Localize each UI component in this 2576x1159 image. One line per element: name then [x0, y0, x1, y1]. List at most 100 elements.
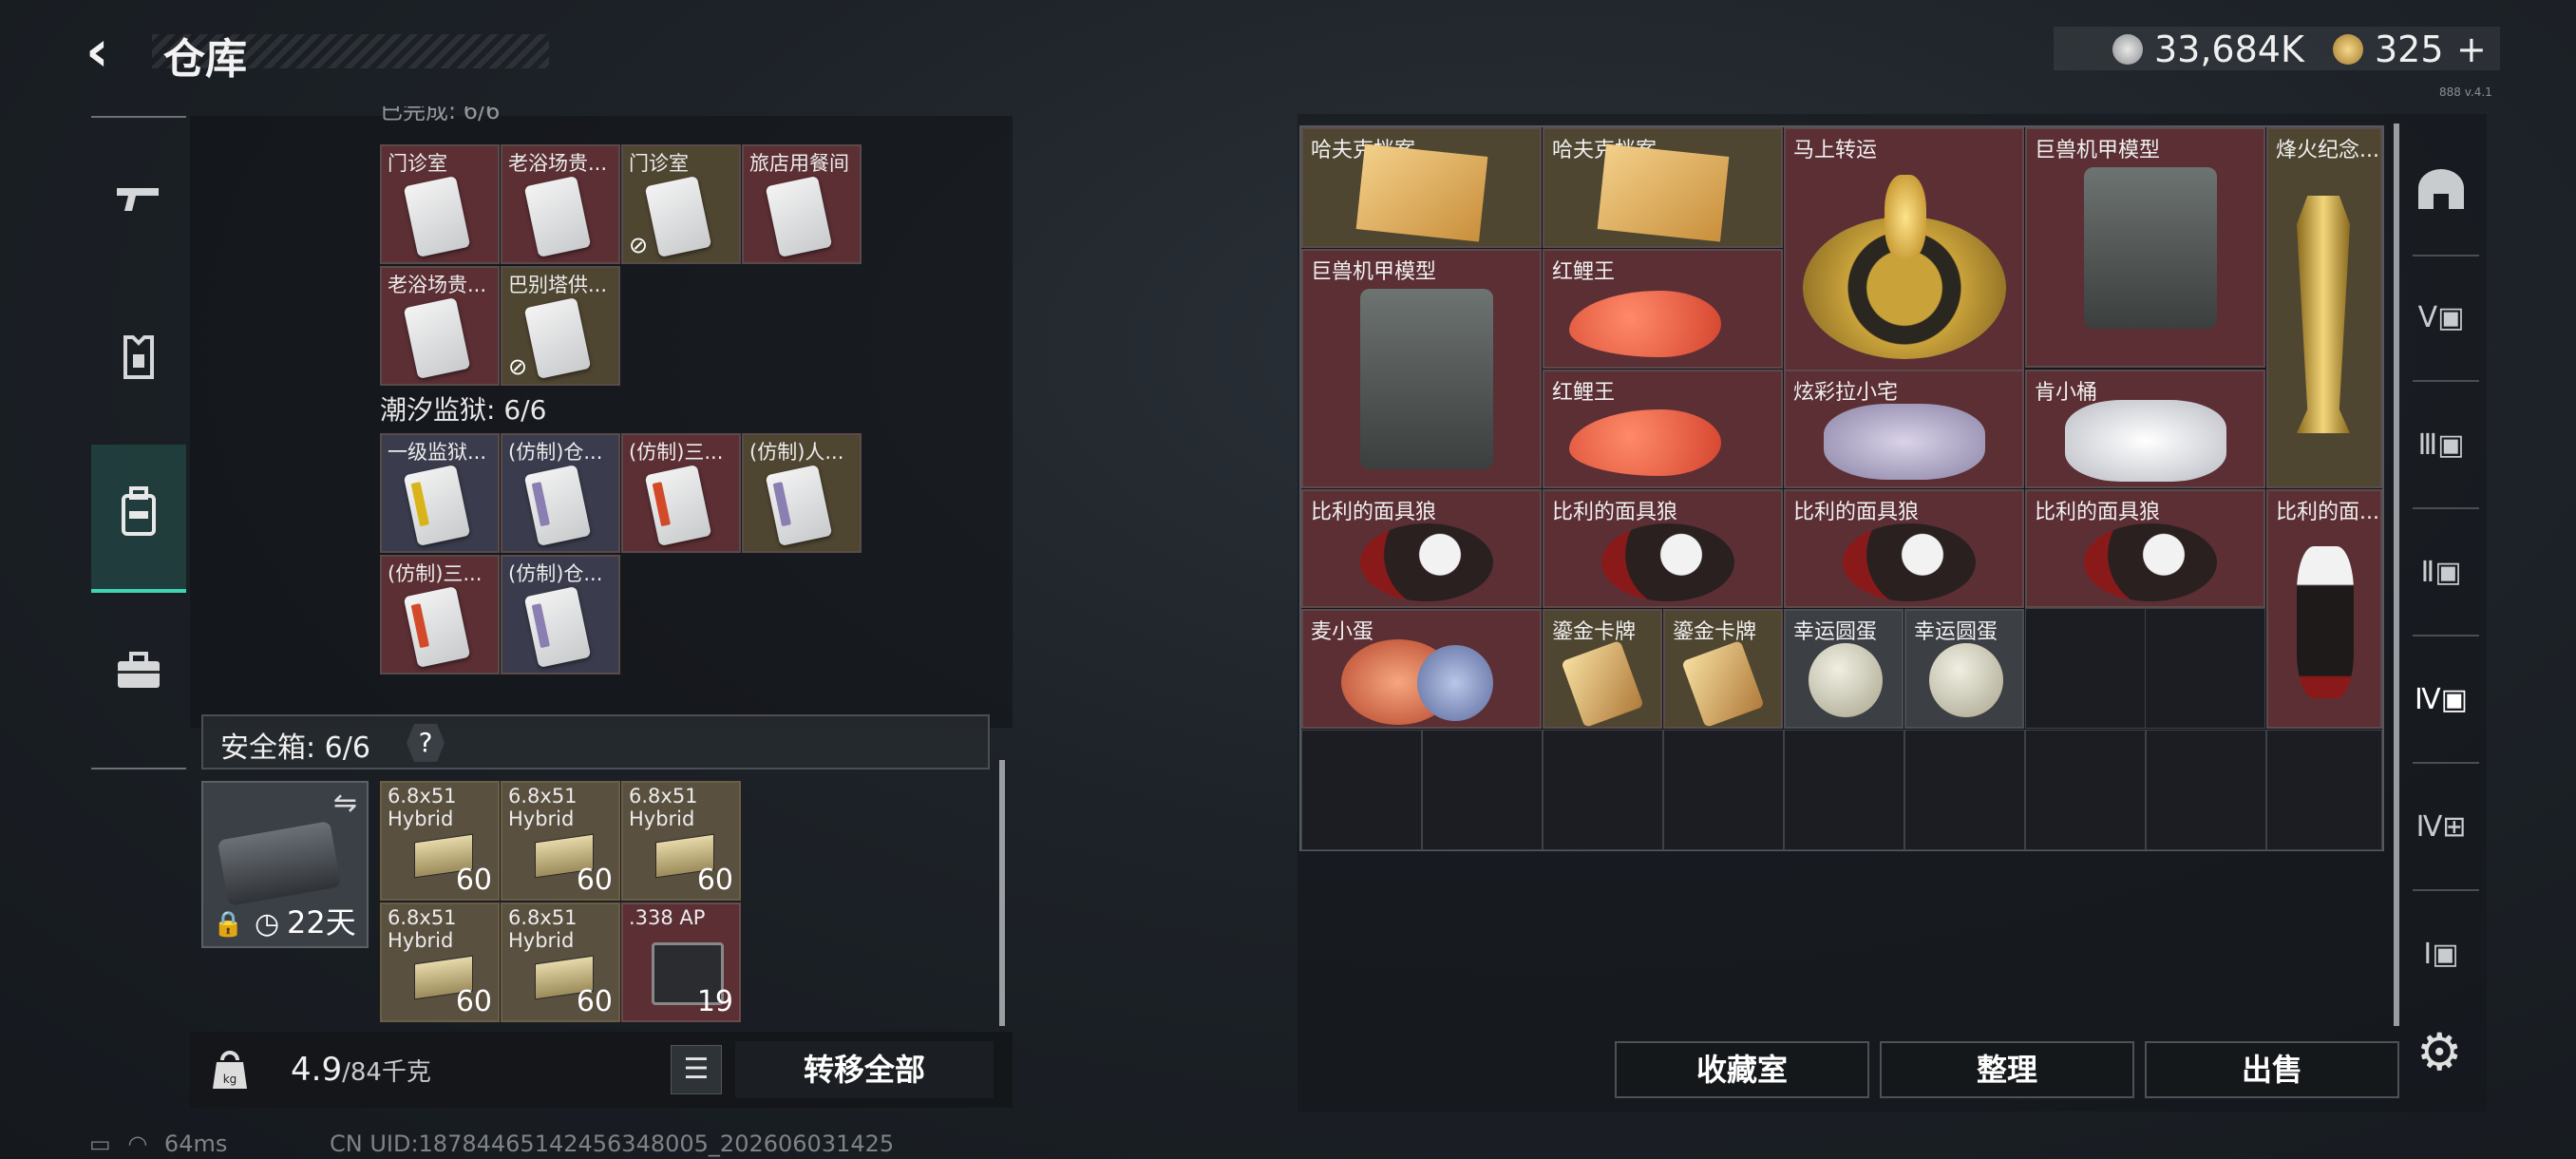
nav-home[interactable] — [2401, 146, 2481, 241]
collection-item[interactable]: 红鲤王 — [1543, 370, 1783, 488]
collection-item[interactable]: 巨兽机甲模型 — [1301, 249, 1542, 488]
tab-level-iv-add[interactable]: Ⅳ⊞ — [2401, 779, 2481, 874]
gold-coin-icon — [2333, 34, 2363, 65]
nav-weapons[interactable] — [91, 152, 186, 256]
nav-briefcase[interactable] — [91, 623, 186, 728]
key-card-item[interactable]: 老浴场贵... — [380, 266, 500, 386]
collection-item[interactable]: 鎏金卡牌 — [1663, 609, 1783, 729]
empty-slot[interactable] — [1422, 730, 1543, 850]
key-card-icon — [644, 465, 712, 546]
tab-level-iv[interactable]: Ⅳ▣ — [2401, 652, 2481, 747]
key-card-item[interactable]: 一级监狱... — [380, 433, 500, 553]
collection-item[interactable]: 比利的面具狼 — [1784, 489, 2024, 608]
tab-level-v[interactable]: V▣ — [2401, 270, 2481, 365]
key-card-item[interactable]: (仿制)三... — [380, 555, 500, 674]
organize-button[interactable]: 整理 — [1880, 1041, 2134, 1098]
empty-slot[interactable] — [2145, 608, 2265, 729]
key-card-item[interactable]: (仿制)人... — [742, 433, 862, 553]
key-card-item[interactable]: 门诊室 ⊘ — [621, 144, 741, 264]
status-bar: ▭ ◠ 64ms CN UID:18784465142456348005_202… — [89, 1130, 894, 1157]
back-button[interactable]: ‹ — [85, 23, 133, 80]
ammo-item[interactable]: 6.8x51 Hybrid 60 — [501, 781, 620, 901]
tab-level-i[interactable]: Ⅰ▣ — [2401, 906, 2481, 1001]
collection-scrollbar[interactable] — [2394, 124, 2399, 1026]
ammo-item[interactable]: 6.8x51 Hybrid 60 — [501, 902, 620, 1022]
collection-item[interactable]: 肯小桶 — [2025, 370, 2265, 488]
ammo-item[interactable]: 6.8x51 Hybrid 60 — [380, 902, 500, 1022]
collection-item[interactable]: 哈夫克档案 — [1543, 127, 1783, 248]
briefcase-icon — [116, 652, 161, 699]
key-card-item[interactable]: 老浴场贵... — [501, 144, 620, 264]
swap-icon[interactable]: ⇋ — [333, 787, 357, 820]
key-card-item[interactable]: (仿制)三... — [621, 433, 741, 553]
armor-icon — [118, 333, 160, 390]
tab-level-ii[interactable]: Ⅱ▣ — [2401, 524, 2481, 619]
tab-ii-icon: Ⅱ▣ — [2420, 555, 2462, 589]
collection-item[interactable]: 麦小蛋 — [1301, 609, 1542, 729]
key-card-item[interactable]: 旅店用餐间 — [742, 144, 862, 264]
safe-case-slot[interactable]: ⇋ 🔒 ◷ 22天 — [201, 781, 369, 948]
tab-iii-icon: Ⅲ▣ — [2417, 428, 2465, 462]
ammo-item[interactable]: 6.8x51 Hybrid 60 — [380, 781, 500, 901]
empty-slot[interactable] — [2146, 730, 2266, 850]
key-card-item[interactable]: (仿制)仓... — [501, 433, 620, 553]
key-card-item[interactable]: 门诊室 — [380, 144, 500, 264]
item-name: .338 AP — [629, 906, 706, 929]
item-name: 比利的面具狼 — [1311, 501, 1437, 524]
tab-level-iii[interactable]: Ⅲ▣ — [2401, 397, 2481, 492]
empty-slot[interactable] — [2266, 730, 2382, 850]
collection-item[interactable]: 红鲤王 — [1543, 249, 1783, 369]
key-card-icon — [523, 586, 592, 668]
toy-figure-icon — [1824, 404, 1985, 480]
key-card-item[interactable]: (仿制)仓... — [501, 555, 620, 674]
empty-slot[interactable] — [2025, 730, 2146, 850]
empty-slot[interactable] — [1904, 730, 2025, 850]
empty-slot[interactable] — [1301, 730, 1422, 850]
nav-armor[interactable] — [91, 310, 186, 414]
collection-item[interactable]: 炫彩拉小宅 — [1784, 370, 2024, 488]
nav-backpack[interactable] — [91, 445, 186, 593]
gold-amount: 325 — [2375, 28, 2444, 70]
item-name: 幸运圆蛋 — [1793, 620, 1878, 644]
collection-item[interactable]: 比利的面具狼 — [1301, 489, 1542, 608]
item-name: 麦小蛋 — [1311, 620, 1374, 644]
not-usable-icon: ⊘ — [629, 232, 649, 258]
settings-gear-icon[interactable]: ⚙ — [2416, 1022, 2462, 1082]
tab-iv-add-icon: Ⅳ⊞ — [2415, 809, 2467, 844]
puppet-doll-icon — [1601, 523, 1734, 601]
not-usable-icon: ⊘ — [508, 353, 528, 380]
collection-item[interactable]: 鎏金卡牌 — [1543, 609, 1662, 729]
list-view-button[interactable]: ☰ — [671, 1045, 722, 1094]
weight-icon: kg — [211, 1049, 249, 1091]
help-button[interactable]: ? — [407, 724, 445, 762]
collection-item[interactable]: 比利的面具狼 — [1543, 489, 1783, 608]
ammo-item[interactable]: 6.8x51 Hybrid 60 — [621, 781, 741, 901]
nav-divider — [2413, 380, 2479, 382]
collection-item[interactable]: 哈夫克档案 — [1301, 127, 1542, 248]
collection-item[interactable]: 幸运圆蛋 — [1784, 609, 1904, 729]
empty-slot[interactable] — [1663, 730, 1784, 850]
ammo-item[interactable]: .338 AP 19 — [621, 902, 741, 1022]
empty-slot[interactable] — [1784, 730, 1904, 850]
collection-item[interactable]: 比利的面具狼 — [2025, 489, 2265, 608]
item-name: 巨兽机甲模型 — [2035, 139, 2161, 162]
empty-slot[interactable] — [1543, 730, 1663, 850]
tab-v-icon: V▣ — [2417, 300, 2465, 334]
key-card-item[interactable]: 巴别塔供... ⊘ — [501, 266, 620, 386]
sell-button[interactable]: 出售 — [2145, 1041, 2399, 1098]
item-name: 旅店用餐间 — [749, 152, 849, 175]
collection-room-button[interactable]: 收藏室 — [1615, 1041, 1869, 1098]
trophy-icon — [2297, 196, 2350, 433]
add-currency-button[interactable]: + — [2456, 28, 2487, 70]
item-name: 6.8x51 Hybrid — [388, 785, 457, 830]
lock-icon: 🔒 — [213, 910, 244, 939]
transfer-all-button[interactable]: 转移全部 — [735, 1041, 994, 1098]
item-name: 门诊室 — [388, 152, 447, 175]
inventory-scrollbar[interactable] — [999, 760, 1005, 1026]
collection-item[interactable]: 幸运圆蛋 — [1904, 609, 2024, 729]
collection-item[interactable]: 巨兽机甲模型 — [2025, 127, 2265, 368]
empty-slot[interactable] — [2025, 608, 2146, 729]
collection-item[interactable]: 烽火纪念... — [2266, 127, 2382, 488]
item-name: 比利的面具狼 — [2035, 501, 2161, 524]
collection-item[interactable]: 比利的面... — [2266, 489, 2382, 729]
